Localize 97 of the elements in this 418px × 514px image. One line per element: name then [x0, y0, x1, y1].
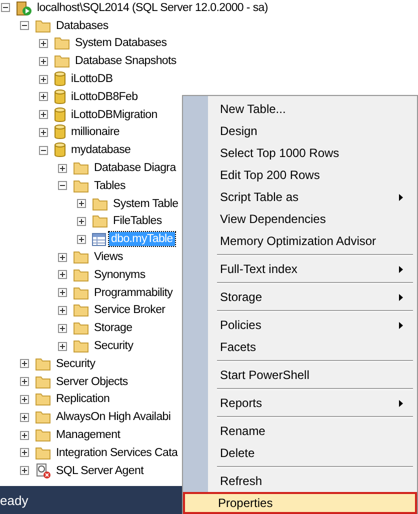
folder-icon: [73, 178, 89, 193]
menu-item[interactable]: Storage: [185, 286, 415, 308]
expand-toggle[interactable]: [20, 359, 29, 368]
collapse-toggle[interactable]: [20, 21, 29, 30]
menu-item[interactable]: Start PowerShell: [185, 364, 415, 386]
folder-icon: [73, 321, 89, 336]
expand-toggle[interactable]: [20, 466, 29, 476]
expand-toggle[interactable]: [39, 110, 48, 120]
collapse-toggle[interactable]: [58, 181, 67, 190]
tree-item[interactable]: AlwaysOn High Availabi: [54, 410, 173, 424]
folder-icon: [35, 374, 51, 389]
tree-item[interactable]: Tables: [92, 178, 128, 193]
folder-icon: [73, 250, 89, 264]
tree-item[interactable]: Views: [92, 250, 125, 264]
tree-item[interactable]: Database Diagra: [92, 161, 178, 176]
tree-item[interactable]: Replication: [54, 392, 112, 406]
folder-icon: [35, 18, 51, 33]
tree-item[interactable]: mydatabase: [69, 143, 133, 158]
expand-toggle[interactable]: [58, 288, 67, 298]
tree-item[interactable]: Service Broker: [92, 303, 168, 318]
tree-item[interactable]: Synonyms: [92, 268, 148, 282]
menu-item[interactable]: Memory Optimization Advisor: [185, 230, 415, 252]
tree-item[interactable]: iLottoDBMigration: [69, 108, 160, 122]
expand-toggle[interactable]: [20, 412, 29, 422]
folder-icon: [54, 36, 70, 50]
menu-item[interactable]: Refresh: [185, 470, 415, 492]
menu-item[interactable]: View Dependencies: [185, 208, 415, 230]
expand-toggle[interactable]: [58, 270, 67, 280]
menu-item[interactable]: Script Table as: [185, 186, 415, 208]
tree-item[interactable]: SQL Server Agent: [54, 464, 146, 478]
tree-item[interactable]: System Table: [111, 196, 180, 211]
expand-toggle[interactable]: [20, 377, 29, 386]
folder-icon: [35, 392, 51, 406]
menu-item[interactable]: New Table...: [185, 98, 415, 120]
menu-item[interactable]: Design: [185, 120, 415, 142]
folder-icon: [35, 356, 51, 371]
menu-item[interactable]: Properties: [183, 492, 417, 514]
expand-toggle[interactable]: [20, 430, 29, 440]
expand-toggle[interactable]: [77, 234, 86, 244]
database-icon: [54, 88, 66, 105]
database-icon: [54, 71, 66, 88]
menu-item[interactable]: Select Top 1000 Rows: [185, 142, 415, 164]
folder-icon: [35, 410, 51, 424]
expand-toggle[interactable]: [39, 74, 48, 84]
database-icon: [54, 106, 66, 123]
tree-item[interactable]: Security: [54, 356, 98, 371]
database-icon: [54, 124, 66, 140]
expand-toggle[interactable]: [58, 324, 67, 333]
menu-item[interactable]: Facets: [185, 336, 415, 358]
database-icon: [54, 142, 66, 158]
table-icon: [92, 232, 106, 246]
folder-icon: [92, 214, 108, 228]
menu-item[interactable]: Policies: [185, 314, 415, 336]
menu-item[interactable]: Delete: [185, 442, 415, 464]
tree-item[interactable]: localhost\SQL2014 (SQL Server 12.0.2000 - sa): [35, 0, 270, 15]
expand-toggle[interactable]: [20, 448, 29, 458]
folder-icon: [73, 303, 89, 318]
folder-icon: [73, 339, 89, 354]
tree-item[interactable]: Integration Services Cata: [54, 446, 180, 460]
tree-item[interactable]: FileTables: [111, 214, 164, 228]
expand-toggle[interactable]: [39, 56, 48, 66]
tree-item[interactable]: Storage: [92, 321, 134, 336]
expand-toggle[interactable]: [58, 306, 67, 315]
expand-toggle[interactable]: [20, 394, 29, 404]
folder-icon: [54, 54, 70, 68]
agent-icon: [35, 462, 51, 479]
tree-item[interactable]: Server Objects: [54, 374, 130, 389]
menu-item[interactable]: Rename: [185, 420, 415, 442]
folder-icon: [73, 286, 89, 300]
tree-item[interactable]: millionaire: [69, 125, 122, 140]
tree-item[interactable]: Security: [92, 339, 136, 354]
expand-toggle[interactable]: [39, 92, 48, 102]
folder-icon: [73, 268, 89, 282]
tree-item[interactable]: Management: [54, 428, 122, 442]
tree-item[interactable]: iLottoDB8Feb: [69, 90, 140, 104]
expand-toggle[interactable]: [58, 252, 67, 262]
menu-item[interactable]: Reports: [185, 392, 415, 414]
menu-item[interactable]: Edit Top 200 Rows: [185, 164, 415, 186]
expand-toggle[interactable]: [77, 216, 86, 226]
tree-item[interactable]: Programmability: [92, 286, 175, 300]
status-text: eady: [0, 492, 28, 508]
expand-toggle[interactable]: [39, 128, 48, 137]
folder-icon: [92, 196, 108, 211]
tree-item[interactable]: System Databases: [73, 36, 169, 50]
tree-item[interactable]: Databases: [54, 18, 110, 33]
expand-toggle[interactable]: [58, 342, 67, 351]
expand-toggle[interactable]: [58, 164, 67, 173]
expand-toggle[interactable]: [77, 199, 86, 208]
tree-item[interactable]: Database Snapshots: [73, 54, 178, 68]
menu-item[interactable]: Full-Text index: [185, 258, 415, 280]
tree-item[interactable]: iLottoDB: [69, 72, 115, 86]
collapse-toggle[interactable]: [39, 146, 48, 155]
collapse-toggle[interactable]: [1, 3, 10, 12]
folder-icon: [73, 161, 89, 176]
folder-icon: [35, 428, 51, 442]
expand-toggle[interactable]: [39, 38, 48, 48]
folder-icon: [35, 446, 51, 460]
